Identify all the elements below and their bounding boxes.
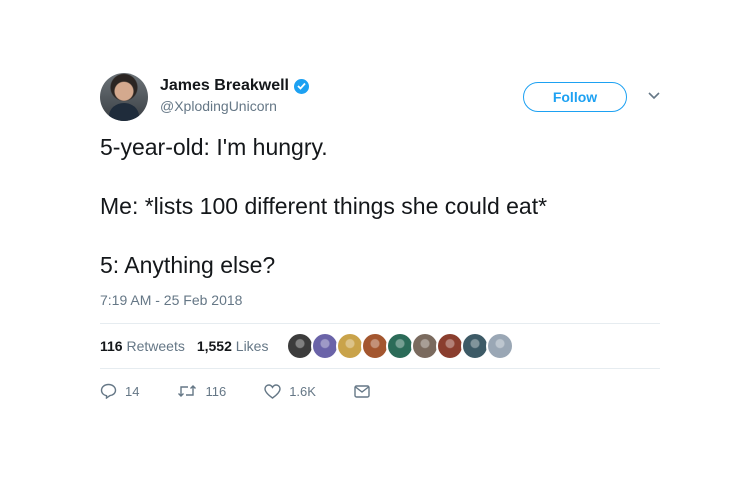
tweet-line: 5: Anything else? <box>100 252 276 278</box>
follow-button[interactable]: Follow <box>523 82 627 112</box>
retweets-stat[interactable]: 116 Retweets <box>100 338 185 354</box>
envelope-icon <box>354 384 370 398</box>
retweet-action[interactable]: 116 <box>177 384 226 399</box>
reply-action[interactable]: 14 <box>100 383 139 399</box>
tweet-line: 5-year-old: I'm hungry. <box>100 134 328 160</box>
retweets-label: Retweets <box>126 338 185 354</box>
tweet-actions: 14 116 1.6K <box>100 369 662 413</box>
reply-icon <box>100 383 117 399</box>
likes-label: Likes <box>235 338 269 354</box>
liker-avatar[interactable] <box>411 332 440 360</box>
tweet-card: James Breakwell @XplodingUnicorn Follow … <box>100 70 662 413</box>
liker-avatar[interactable] <box>436 332 465 360</box>
liker-avatar[interactable] <box>461 332 490 360</box>
liker-avatar[interactable] <box>361 332 390 360</box>
author-block: James Breakwell @XplodingUnicorn <box>160 77 309 114</box>
liker-avatar[interactable] <box>336 332 365 360</box>
tweet-line: Me: *lists 100 different things she coul… <box>100 193 548 219</box>
verified-badge-icon <box>293 78 309 94</box>
avatar[interactable] <box>100 73 148 121</box>
tweet-header: James Breakwell @XplodingUnicorn Follow <box>100 70 662 126</box>
handle[interactable]: @XplodingUnicorn <box>160 98 309 114</box>
retweets-count: 116 <box>100 338 123 354</box>
like-action[interactable]: 1.6K <box>264 384 316 399</box>
likes-stat[interactable]: 1,552 Likes <box>197 338 269 354</box>
liker-avatar[interactable] <box>486 332 515 360</box>
liker-avatar[interactable] <box>286 332 315 360</box>
reply-count: 14 <box>125 383 140 399</box>
heart-icon <box>264 383 281 399</box>
retweet-count: 116 <box>205 383 227 399</box>
display-name[interactable]: James Breakwell <box>160 77 289 95</box>
name-row: James Breakwell <box>160 77 309 95</box>
tweet-text: 5-year-old: I'm hungry. Me: *lists 100 d… <box>100 132 662 280</box>
liker-avatars <box>286 332 515 360</box>
like-count: 1.6K <box>289 383 316 399</box>
tweet-stats: 116 Retweets 1,552 Likes <box>100 324 662 368</box>
retweet-icon <box>178 385 197 397</box>
timestamp[interactable]: 7:19 AM - 25 Feb 2018 <box>100 292 662 308</box>
message-action[interactable] <box>354 384 378 398</box>
chevron-down-icon[interactable] <box>647 91 661 101</box>
liker-avatar[interactable] <box>311 332 340 360</box>
likes-count: 1,552 <box>196 338 232 354</box>
liker-avatar[interactable] <box>386 332 415 360</box>
